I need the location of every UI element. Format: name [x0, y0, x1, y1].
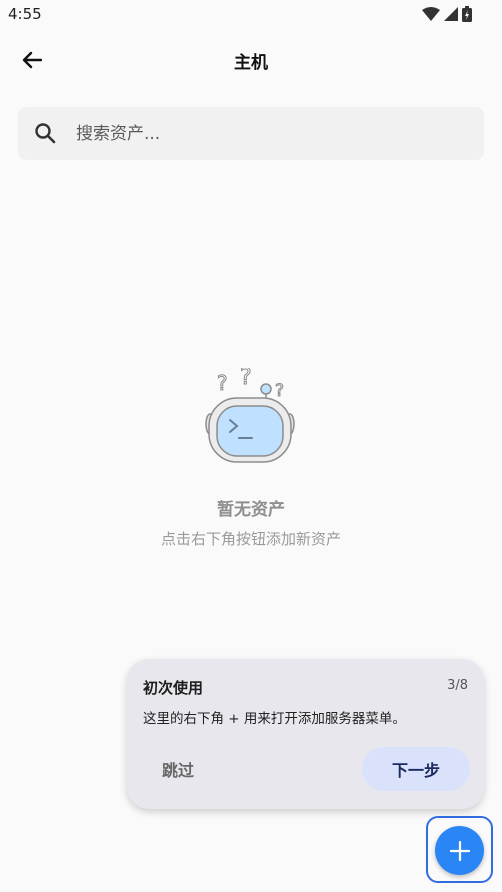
onboarding-tip-card: 初次使用 3/8 这里的右下角 + 用来打开添加服务器菜单。 跳过 下一步 — [127, 659, 484, 809]
empty-state-title: 暂无资产 — [217, 500, 285, 520]
skip-button[interactable]: 跳过 — [147, 747, 209, 791]
tip-step-counter: 3/8 — [447, 678, 468, 693]
next-step-button[interactable]: 下一步 — [362, 747, 470, 791]
status-time: 4:55 — [8, 5, 42, 23]
status-bar: 4:55 — [0, 0, 502, 28]
search-input[interactable] — [76, 107, 476, 160]
svg-text:?: ? — [217, 371, 228, 395]
svg-text:?: ? — [240, 368, 252, 390]
cell-signal-icon — [444, 7, 458, 21]
battery-icon — [462, 6, 472, 22]
app-bar: 主机 — [0, 32, 502, 88]
svg-text:?: ? — [275, 381, 284, 401]
add-asset-button[interactable] — [435, 826, 484, 875]
search-box[interactable] — [18, 107, 484, 160]
empty-state-subtitle: 点击右下角按钮添加新资产 — [160, 530, 341, 548]
page-title: 主机 — [234, 53, 268, 73]
status-icons — [422, 6, 472, 22]
screen: 4:55 主机 搜索资产... ? ? ? 暂无资产 点击右下角按钮添加新资产 … — [0, 0, 502, 892]
tip-body: 这里的右下角 + 用来打开添加服务器菜单。 — [143, 711, 406, 727]
plus-icon — [449, 840, 470, 861]
wifi-icon — [422, 7, 440, 21]
empty-robot-icon: ? ? ? — [205, 368, 295, 463]
search-icon — [35, 123, 56, 144]
tip-title: 初次使用 — [143, 679, 204, 697]
